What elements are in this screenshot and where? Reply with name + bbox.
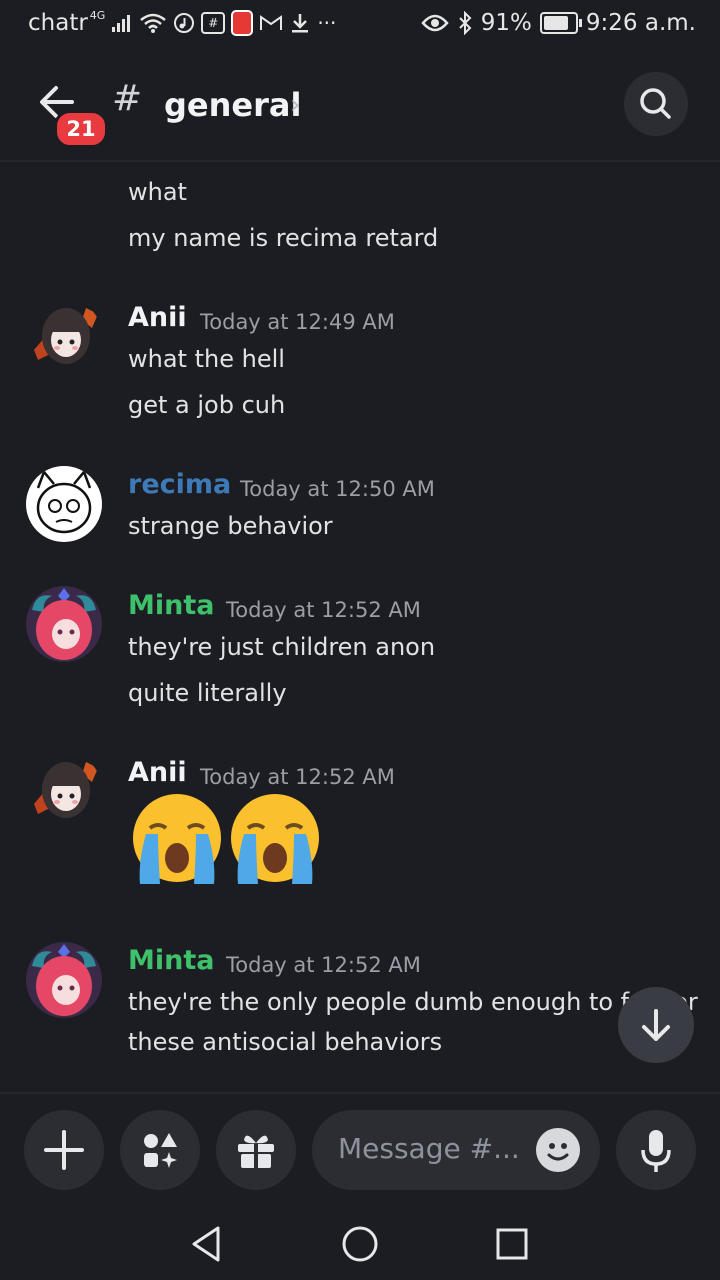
music-icon — [174, 13, 195, 33]
status-right: 91% 9:26 a.m. — [421, 10, 696, 36]
minta-avatar-icon — [26, 586, 102, 662]
message-timestamp: Today at 12:52 AM — [226, 598, 421, 622]
signal-icon — [112, 15, 131, 32]
system-nav-bar — [0, 1202, 720, 1280]
eye-icon — [421, 14, 449, 32]
search-icon — [640, 88, 671, 119]
minta-avatar-icon — [26, 942, 102, 1018]
loudly-crying-face-emoji — [231, 794, 319, 884]
message-timestamp: Today at 12:52 AM — [200, 765, 395, 789]
message-text: my name is recima retard — [128, 224, 439, 252]
author-name[interactable]: Minta — [128, 945, 214, 976]
message-placeholder: Message #... — [338, 1132, 520, 1165]
message-text: what the hell — [128, 345, 285, 373]
channel-hash-icon: # — [112, 78, 143, 119]
emoji-picker-button[interactable] — [536, 1128, 580, 1172]
gift-button[interactable] — [216, 1110, 296, 1190]
message-text: strange behavior — [128, 512, 333, 540]
message-text: get a job cuh — [128, 391, 286, 419]
apps-icon — [144, 1133, 177, 1168]
battery-fill — [543, 16, 568, 30]
battery-icon — [539, 12, 582, 34]
anii-avatar-icon — [26, 298, 102, 374]
wifi-icon — [140, 13, 167, 33]
status-left: chatr 4G # ··· — [28, 8, 337, 36]
unread-badge: 21 — [54, 110, 108, 148]
jump-to-bottom-button[interactable] — [618, 987, 694, 1063]
apps-button[interactable] — [120, 1110, 200, 1190]
author-name[interactable]: Anii — [128, 757, 187, 788]
status-bar: chatr 4G # ··· 91% 9:26 a.m. — [0, 0, 720, 52]
avatar-anii[interactable] — [26, 298, 102, 374]
arrow-down-icon — [642, 1009, 670, 1041]
message-input[interactable]: Message #... — [312, 1110, 600, 1190]
search-button[interactable] — [624, 72, 688, 136]
channel-name[interactable]: general — [164, 86, 301, 124]
smiley-icon — [547, 1143, 569, 1161]
add-attachment-button[interactable] — [24, 1110, 104, 1190]
hash-notif-icon: # — [201, 12, 226, 34]
author-name[interactable]: recima — [128, 469, 231, 500]
channel-header: 21 # general › — [0, 52, 720, 162]
author-name[interactable]: Anii — [128, 302, 187, 333]
avatar-anii[interactable] — [26, 752, 102, 828]
avatar-minta[interactable] — [26, 586, 102, 662]
recima-avatar-icon — [26, 466, 102, 542]
message-text: quite literally — [128, 679, 287, 707]
battery-percent: 91% — [480, 10, 532, 36]
carrier-name: chatr — [28, 10, 88, 36]
message-timestamp: Today at 12:49 AM — [200, 310, 395, 334]
message-text: they're just children anon — [128, 633, 436, 661]
message-text: what — [128, 178, 187, 206]
more-icon: ··· — [317, 11, 337, 35]
nav-home-icon[interactable] — [340, 1224, 380, 1264]
download-icon — [292, 14, 309, 33]
nav-recents-icon[interactable] — [494, 1226, 530, 1262]
bluetooth-icon — [459, 11, 472, 35]
emoji-row — [128, 792, 324, 890]
chevron-right-icon[interactable]: › — [290, 90, 300, 120]
author-name[interactable]: Minta — [128, 590, 214, 621]
gift-icon — [238, 1135, 274, 1168]
loudly-crying-face-emoji — [133, 794, 221, 884]
message-timestamp: Today at 12:50 AM — [240, 477, 435, 501]
avatar-recima[interactable] — [26, 466, 102, 542]
avatar-minta[interactable] — [26, 942, 102, 1018]
plus-icon — [44, 1130, 84, 1170]
message-composer: Message #... — [0, 1092, 720, 1204]
app-notif-icon — [231, 10, 254, 36]
message-text: they're the only people dumb enough to f… — [128, 988, 698, 1016]
anii-avatar-icon — [26, 752, 102, 828]
microphone-icon — [641, 1130, 671, 1172]
voice-message-button[interactable] — [616, 1110, 696, 1190]
message-text: these antisocial behaviors — [128, 1028, 443, 1056]
gmail-icon — [260, 15, 283, 30]
network-type: 4G — [89, 8, 106, 22]
clock: 9:26 a.m. — [585, 10, 696, 36]
nav-back-icon[interactable] — [188, 1224, 224, 1264]
message-list[interactable]: what my name is recima retard Anii Today… — [0, 162, 720, 1092]
message-timestamp: Today at 12:52 AM — [226, 953, 421, 977]
